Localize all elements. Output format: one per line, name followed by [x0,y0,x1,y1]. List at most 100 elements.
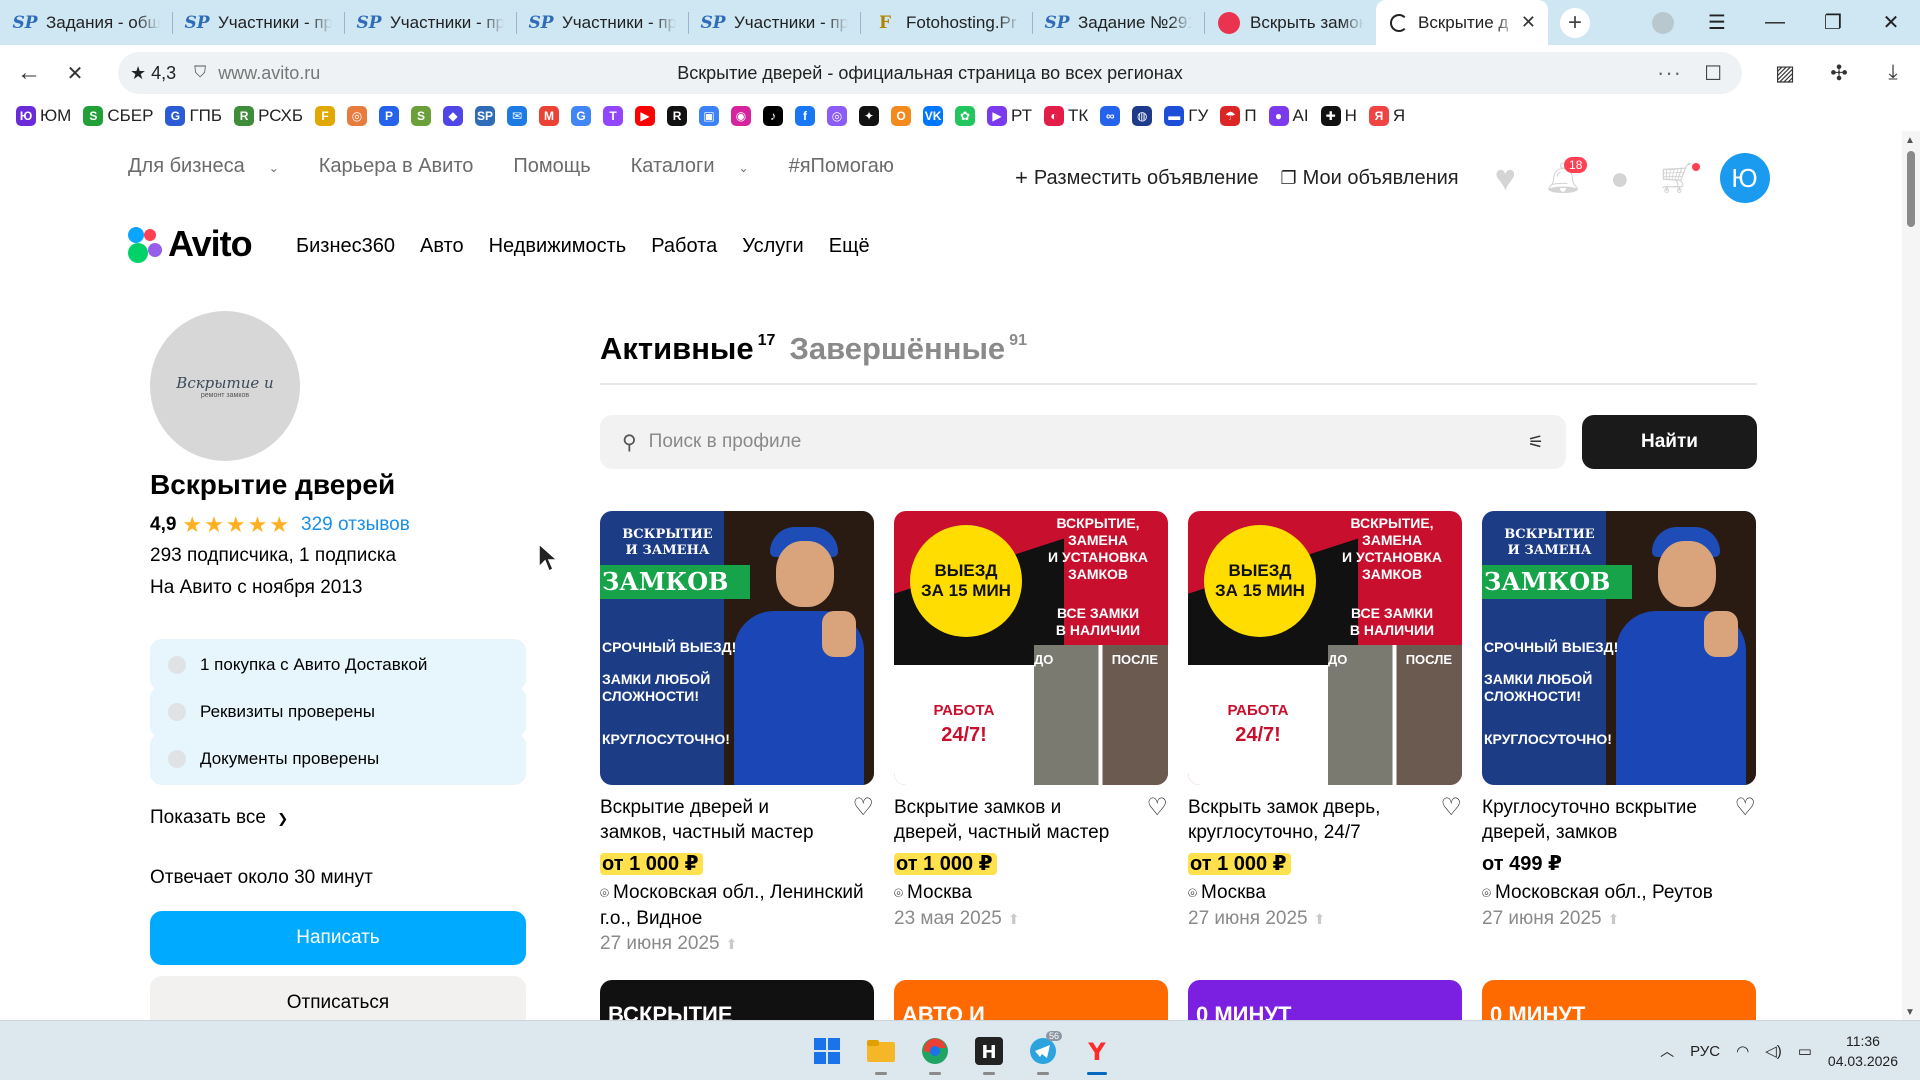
bookmark-item[interactable]: ✚ Н [1320,106,1357,126]
listing-card-partial[interactable]: ВСКРЫТИЕ [600,980,874,1020]
show-all-button[interactable]: Показать все ❯ [150,807,288,829]
close-window-button[interactable]: ✕ [1862,10,1920,35]
favorite-heart-icon[interactable]: ♡ [852,795,874,820]
post-ad-button[interactable]: + Разместить объявление [1015,165,1259,191]
listing-title[interactable]: Вскрытие замков и дверей, частный мастер [894,795,1134,845]
top-link[interactable]: Помощь [513,155,610,178]
telegram-icon[interactable]: 56 [1020,1029,1066,1075]
browser-tab[interactable]: SP Задание №291 [1032,0,1204,45]
bookmark-item[interactable]: f [795,106,816,126]
filter-icon[interactable]: ⚟ [1528,432,1544,453]
bookmark-item[interactable]: ∞ [1100,106,1121,126]
verification-badge[interactable]: Документы проверены [150,733,526,785]
clock[interactable]: 11:36 04.03.2026 [1828,1031,1898,1071]
url-text[interactable]: www.avito.ru [218,63,320,84]
bookmark-item[interactable]: О [891,106,912,126]
bookmark-item[interactable]: F [315,106,336,126]
language-indicator[interactable]: РУС [1690,1043,1720,1060]
browser-tab[interactable]: SP Участники - пр [344,0,516,45]
bookmark-item[interactable]: ◎ [347,106,368,126]
browser-tab[interactable]: F Fotohosting.Pr [860,0,1032,45]
h-app-icon[interactable]: H [966,1029,1012,1075]
browser-tab[interactable]: SP Участники - пр [688,0,860,45]
scroll-up-icon[interactable]: ▲ [1905,135,1915,146]
browser-tab[interactable]: SP Участники - пр [172,0,344,45]
bookmark-item[interactable]: Ю ЮМ [16,106,71,126]
listing-title[interactable]: Вскрытие дверей и замков, частный мастер [600,795,840,845]
scrollbar-thumb[interactable] [1907,151,1915,227]
listing-card[interactable]: ВЫЕЗД ЗА 15 МИН ВСКРЫТИЕ, ЗАМЕНА И УСТАНО… [894,511,1168,932]
bookmark-item[interactable]: SP [475,106,496,126]
main-nav-item[interactable]: Авто [420,235,464,258]
bookmark-item[interactable]: G ГПБ [165,106,222,126]
start-icon[interactable] [804,1029,850,1073]
bookmark-item[interactable]: M [539,106,560,126]
user-avatar[interactable]: Ю [1719,153,1770,203]
favorites-heart-icon[interactable]: ♥ [1495,157,1516,199]
listing-card-partial[interactable]: АВТО И [894,980,1168,1020]
browser-tab[interactable]: SP Участники - пр [516,0,688,45]
bookmark-item[interactable]: G [571,106,592,126]
bookmark-item[interactable]: ✉ [507,106,528,126]
listing-image[interactable]: ВСКРЫТИЕ И ЗАМЕНА ЗАМКОВ СРОЧНЫЙ ВЫЕЗД! ЗАМ… [600,511,874,785]
top-link[interactable]: Для бизнеса ⌄ [128,155,299,178]
bookmark-item[interactable]: ▬ ГУ [1164,106,1208,126]
main-nav-item[interactable]: Недвижимость [489,235,627,258]
messages-icon[interactable]: ● [1610,160,1629,197]
bookmark-item[interactable]: ◐ ТК [1044,106,1088,126]
top-link[interactable]: Каталоги ⌄ [631,155,769,178]
bookmark-item[interactable]: ЯЯ [1368,106,1405,126]
my-ads-button[interactable]: ❐ Мои объявления [1281,167,1459,190]
omnibox[interactable]: ★ 4,3 ⛉ www.avito.ru Вскрытие дверей - о… [118,52,1742,94]
verification-badge[interactable]: 1 покупка с Авито Доставкой [150,639,526,691]
back-button[interactable]: ← [6,59,52,87]
bookmark-item[interactable]: ● AI [1268,106,1309,126]
tab-close-icon[interactable]: ✕ [1521,12,1536,33]
listing-image[interactable]: ВСКРЫТИЕ И ЗАМЕНА ЗАМКОВ СРОЧНЫЙ ВЫЕЗД! ЗАМ… [1482,511,1756,785]
listing-title[interactable]: Вскрыть замок дверь, круглосуточно, 24/7 [1188,795,1428,845]
top-link[interactable]: #яПомогаю [789,155,914,178]
bookmark-item[interactable]: P [379,106,400,126]
bookmark-item[interactable]: ♪ [763,106,784,126]
yandex-browser-icon[interactable]: Y [1074,1029,1120,1075]
listing-card[interactable]: ВЫЕЗД ЗА 15 МИН ВСКРЫТИЕ, ЗАМЕНА И УСТАНО… [1188,511,1462,932]
battery-icon[interactable]: ▭ [1798,1042,1812,1060]
avito-logo[interactable]: Avito [128,223,253,265]
main-nav-item[interactable]: Работа [651,235,717,258]
more-icon[interactable]: ··· [1657,60,1682,86]
volume-icon[interactable]: ◁) [1765,1042,1782,1060]
scroll-down-icon[interactable]: ▼ [1905,1007,1915,1018]
bookmark-item[interactable]: S СБЕР [83,106,153,126]
find-button[interactable]: Найти [1582,415,1757,469]
bookmark-item[interactable]: VK [923,106,944,126]
shield-icon[interactable]: ⛉ [194,64,206,82]
download-icon[interactable]: ⤓ [1866,61,1920,85]
cart-icon[interactable]: 🛒︎ [1657,161,1700,196]
bookmark-item[interactable]: ▶ РТ [987,106,1032,126]
unsubscribe-button[interactable]: Отписаться [150,976,526,1020]
bookmark-item[interactable]: R РСХБ [234,106,303,126]
bookmark-item[interactable]: ◆ [443,106,464,126]
bookmark-item[interactable]: S [411,106,432,126]
stop-button[interactable]: ✕ [52,61,98,86]
wifi-icon[interactable]: ◠ [1736,1042,1749,1060]
minimize-button[interactable]: — [1746,11,1804,34]
page-scrollbar[interactable]: ▲ ▼ [1902,131,1920,1020]
favorite-heart-icon[interactable]: ♡ [1734,795,1756,820]
favorite-heart-icon[interactable]: ♡ [1146,795,1168,820]
tab-finished-listings[interactable]: Завершённые 91 [789,331,1027,367]
bookmark-item[interactable]: ◎ [827,106,848,126]
favorite-heart-icon[interactable]: ♡ [1440,795,1462,820]
listing-card-partial[interactable]: 0 МИНУТ [1482,980,1756,1020]
listing-image[interactable]: ВЫЕЗД ЗА 15 МИН ВСКРЫТИЕ, ЗАМЕНА И УСТАНО… [894,511,1168,785]
main-nav-item[interactable]: Ещё [829,235,870,258]
bookmark-item[interactable]: R [667,106,688,126]
new-tab-button[interactable]: + [1560,7,1590,38]
browser-tab[interactable]: Вскрытие д ✕ [1376,0,1548,45]
bookmark-item[interactable]: ▶ [635,106,656,126]
bookmark-item[interactable]: ◉ [731,106,752,126]
write-message-button[interactable]: Написать [150,911,526,965]
bookmark-item[interactable]: ◍ [1132,106,1153,126]
gallery-icon[interactable]: ▨ [1758,61,1812,86]
bookmark-item[interactable]: T [603,106,624,126]
